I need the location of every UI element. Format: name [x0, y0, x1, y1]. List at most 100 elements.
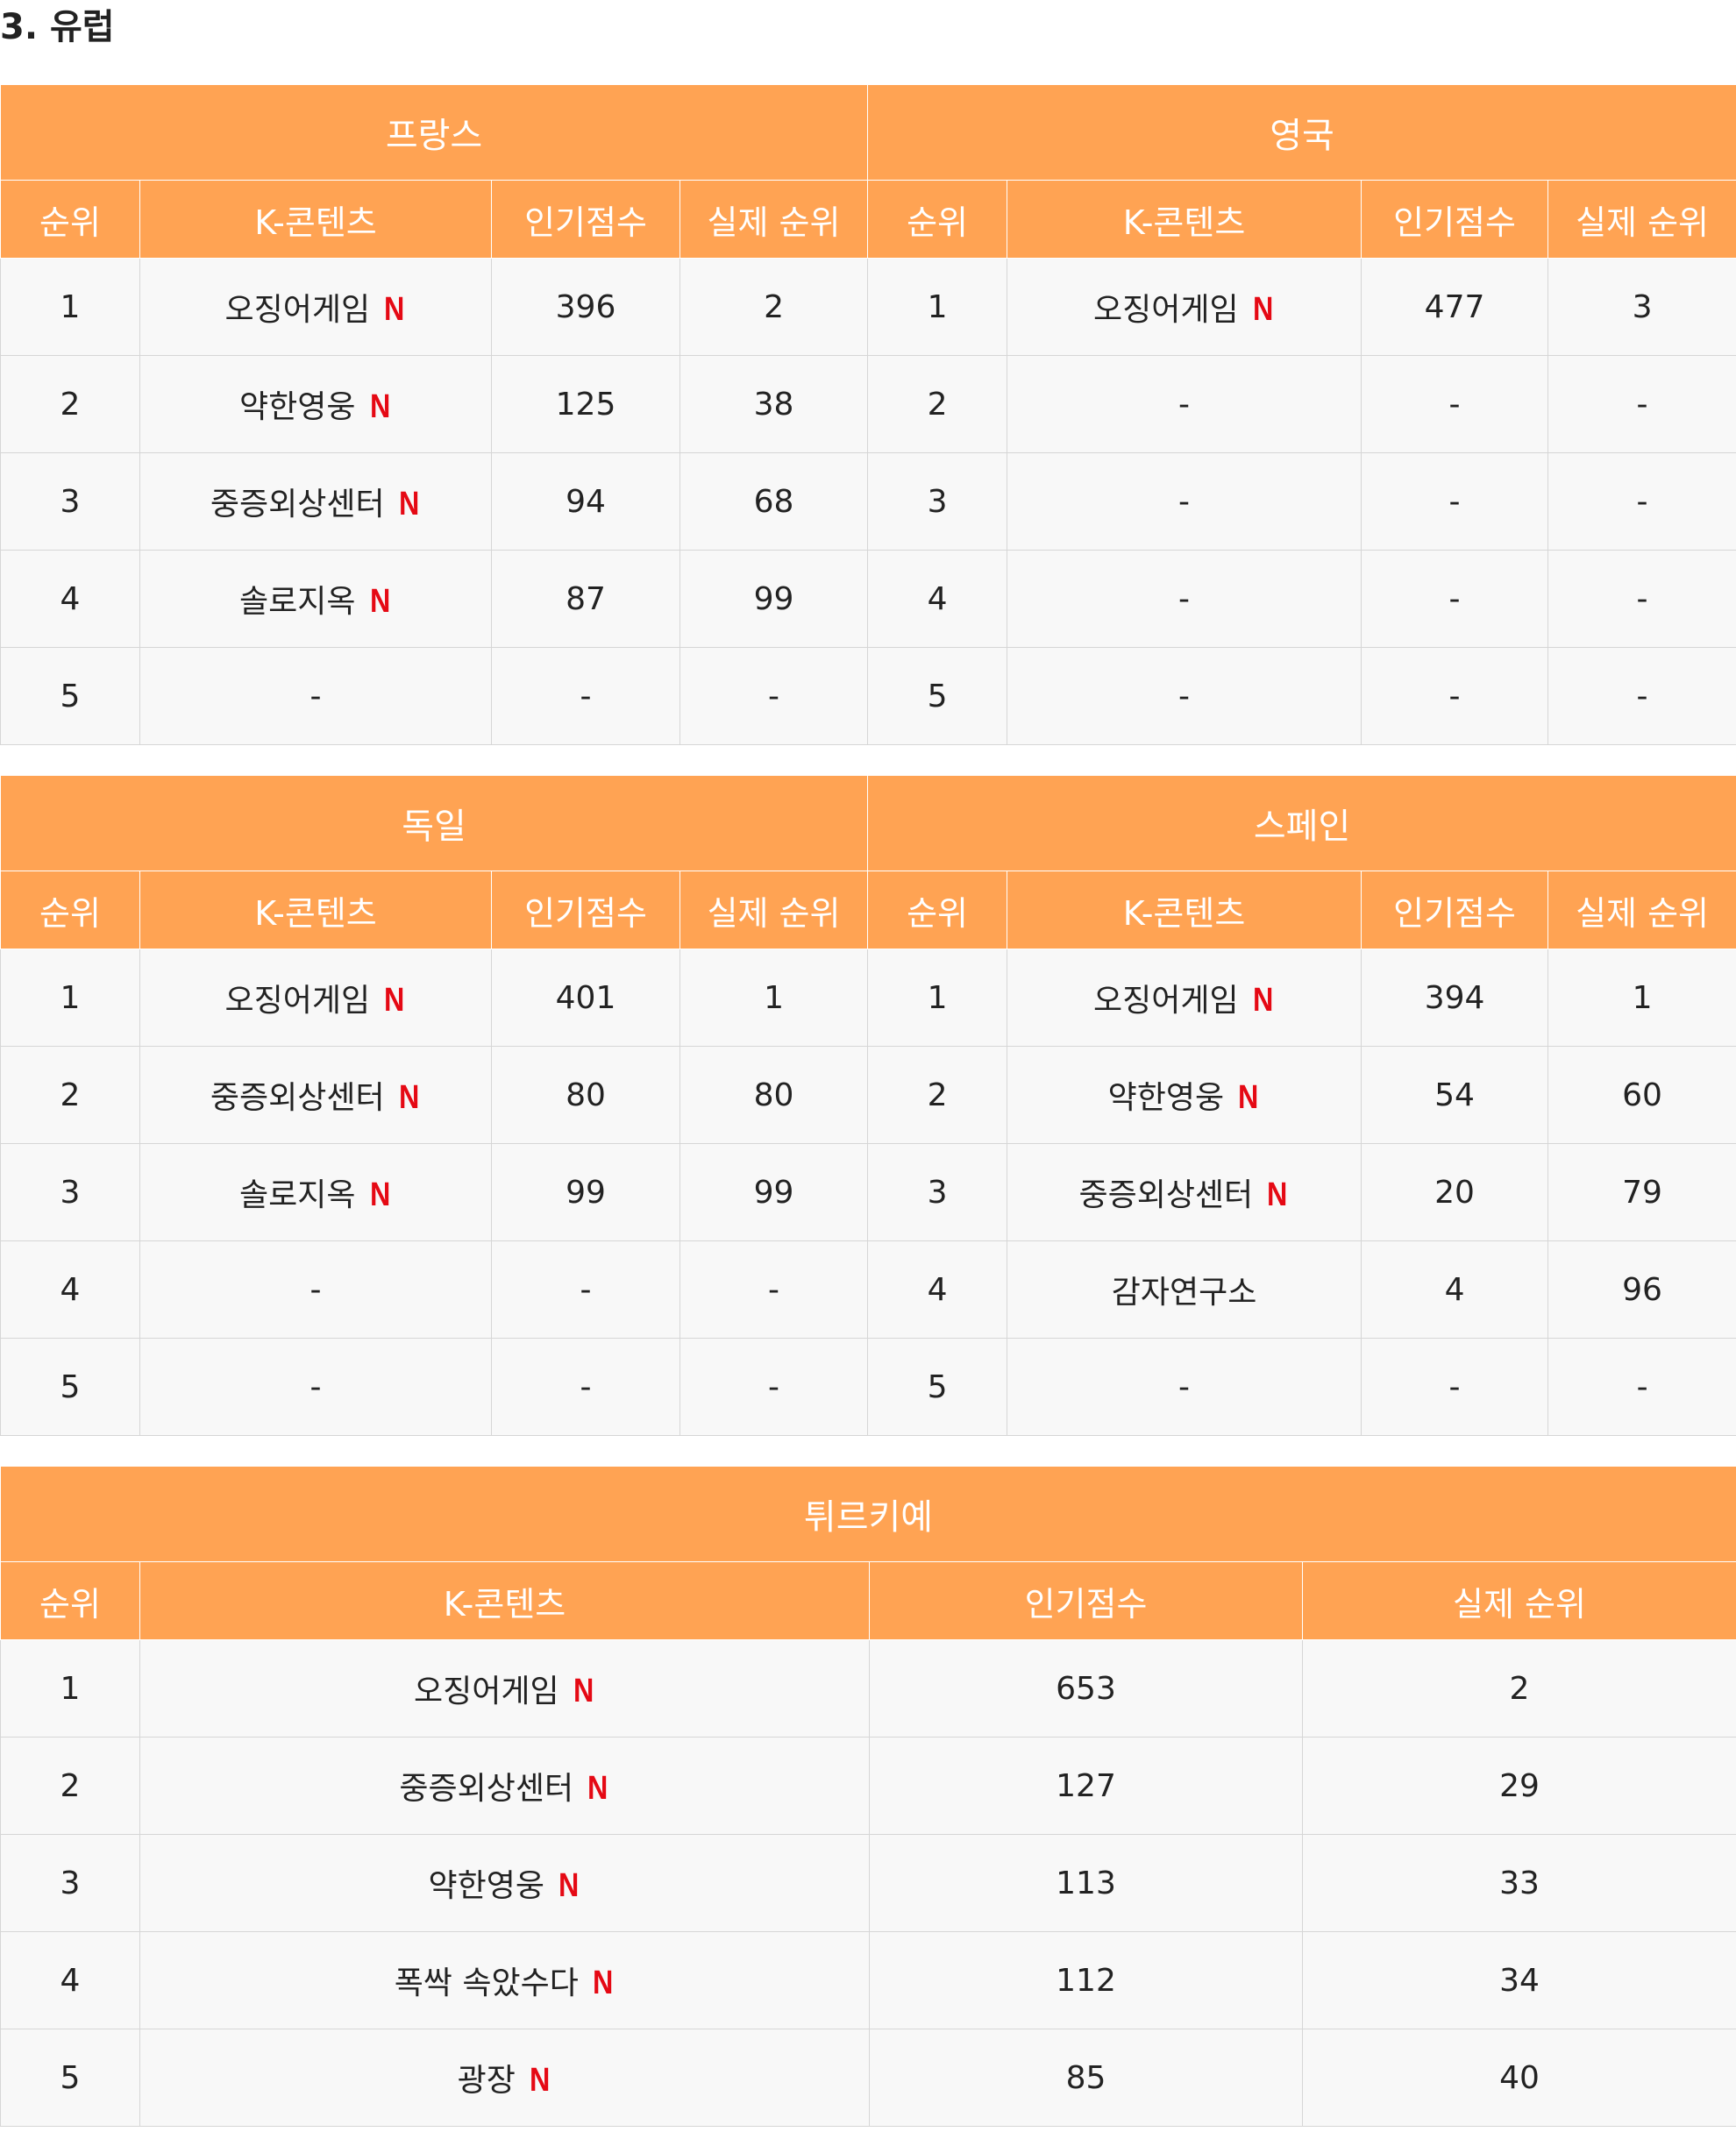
rank-cell: 4 [0, 1240, 140, 1339]
actual-rank-cell: - [1547, 355, 1736, 453]
col-header-content: K-콘텐츠 [139, 871, 492, 949]
netflix-icon: N [1238, 1079, 1259, 1116]
col-header-score: 인기점수 [869, 1561, 1303, 1640]
table-row: 2 약한영웅 N 125 38 2- - - [0, 355, 1736, 453]
score-cell: 54 [1361, 1046, 1549, 1144]
actual-rank-cell: 3 [1547, 258, 1736, 356]
actual-rank-cell: 96 [1547, 1240, 1736, 1339]
content-cell: 오징어게임 N [1007, 258, 1362, 356]
content-cell: 중증외상센터 N [139, 1046, 492, 1144]
content-cell: 감자연구소 [1007, 1240, 1362, 1339]
rank-cell: 5 [867, 1338, 1008, 1436]
actual-rank-cell: 40 [1301, 2029, 1736, 2127]
content-title: 오징어게임 [224, 983, 371, 1019]
actual-rank-cell: 1 [1547, 949, 1736, 1047]
actual-rank-cell: 29 [1301, 1737, 1736, 1835]
netflix-icon: N [529, 2062, 551, 2099]
score-cell: 94 [491, 452, 680, 551]
actual-rank-cell: 99 [679, 550, 869, 648]
rank-cell: 4 [0, 1931, 140, 2029]
content-title: 약한영웅 [1107, 1080, 1225, 1116]
content-title: 중증외상센터 [210, 487, 385, 522]
col-header-content: K-콘텐츠 [1007, 180, 1362, 259]
actual-rank-cell: 38 [679, 355, 869, 453]
content-title: 감자연구소 [1111, 1275, 1257, 1311]
col-header-rank: 순위 [0, 1561, 140, 1640]
netflix-icon: N [369, 388, 390, 425]
table-row: 3 솔로지옥 N 99 99 3 중증외상센터 N 20 79 [0, 1143, 1736, 1241]
rank-cell: 3 [0, 1834, 140, 1932]
score-cell: 127 [869, 1737, 1303, 1835]
table-row: 4 폭싹 속았수다 N 112 34 [0, 1931, 1736, 2029]
rank-cell: 5 [0, 647, 140, 745]
section-title: 3. 유럽 [0, 7, 115, 47]
table-row: 2 중증외상센터 N 80 80 2 약한영웅 N 54 60 [0, 1046, 1736, 1144]
content-cell: 오징어게임 N [139, 258, 492, 356]
content-cell: 약한영웅 N [1007, 1046, 1362, 1144]
rank-cell: 3 [867, 1143, 1008, 1241]
netflix-icon: N [398, 486, 420, 522]
score-cell: 401 [491, 949, 680, 1047]
table-row: 4- - -4 감자연구소 4 96 [0, 1240, 1736, 1339]
col-header-score: 인기점수 [491, 180, 680, 259]
content-title: - [1178, 580, 1191, 617]
netflix-icon: N [369, 583, 390, 620]
content-cell: 오징어게임 N [1007, 949, 1362, 1047]
score-cell: - [491, 647, 680, 745]
score-cell: 394 [1361, 949, 1549, 1047]
actual-rank-cell: 99 [679, 1143, 869, 1241]
table-row: 2 중증외상센터 N 127 29 [0, 1737, 1736, 1835]
score-cell: 125 [491, 355, 680, 453]
col-header-rank: 순위 [867, 871, 1008, 949]
content-title: 오징어게임 [224, 292, 371, 328]
table-row: 5 광장 N 85 40 [0, 2029, 1736, 2127]
actual-rank-cell: 60 [1547, 1046, 1736, 1144]
netflix-icon: N [573, 1673, 594, 1709]
actual-rank-cell: 68 [679, 452, 869, 551]
actual-rank-cell: 34 [1301, 1931, 1736, 2029]
actual-rank-cell: - [679, 1338, 869, 1436]
country-header-spain: 스페인 [867, 775, 1736, 871]
netflix-icon: N [369, 1176, 390, 1213]
table-row: 1 오징어게임 N 396 2 1 오징어게임 N 477 3 [0, 258, 1736, 356]
col-header-rank: 순위 [0, 871, 140, 949]
actual-rank-cell: - [679, 1240, 869, 1339]
table-row: 3 중증외상센터 N 94 68 3- - - [0, 452, 1736, 551]
col-header-actual: 실제 순위 [1547, 871, 1736, 949]
score-cell: 112 [869, 1931, 1303, 2029]
actual-rank-cell: - [1547, 647, 1736, 745]
rank-cell: 1 [0, 258, 140, 356]
content-title: - [1178, 678, 1191, 714]
score-cell: 99 [491, 1143, 680, 1241]
col-header-actual: 실제 순위 [679, 871, 869, 949]
score-cell: 653 [869, 1639, 1303, 1738]
table-turkiye: 튀르키예 순위 K-콘텐츠 인기점수 실제 순위 1 오징어게임 N 653 2 2 중증외… [0, 1466, 1736, 2127]
rank-cell: 3 [867, 452, 1008, 551]
actual-rank-cell: 79 [1547, 1143, 1736, 1241]
table-body: 1 오징어게임 N 401 1 1 오징어게임 N 394 1 2 중증외상센터 N 80 80 2 약한영웅 N… [0, 949, 1736, 1436]
score-cell: 20 [1361, 1143, 1549, 1241]
content-title: - [1178, 1368, 1191, 1405]
country-header-france: 프랑스 [0, 84, 869, 181]
col-header-actual: 실제 순위 [679, 180, 869, 259]
content-title: 약한영웅 [239, 389, 356, 425]
content-title: - [309, 1271, 322, 1308]
content-cell: 폭싹 속았수다 N [139, 1931, 870, 2029]
content-cell: 약한영웅 N [139, 1834, 870, 1932]
content-cell: - [1007, 355, 1362, 453]
content-title: - [309, 1368, 322, 1405]
score-cell: 80 [491, 1046, 680, 1144]
content-cell: 중증외상센터 N [1007, 1143, 1362, 1241]
content-cell: 광장 N [139, 2029, 870, 2127]
rank-cell: 1 [0, 949, 140, 1047]
content-cell: - [139, 647, 492, 745]
rank-cell: 4 [867, 550, 1008, 648]
content-cell: - [1007, 550, 1362, 648]
table-row: 1 오징어게임 N 653 2 [0, 1639, 1736, 1738]
score-cell: 477 [1361, 258, 1549, 356]
score-cell: - [1361, 452, 1549, 551]
score-cell: - [491, 1240, 680, 1339]
table-row: 1 오징어게임 N 401 1 1 오징어게임 N 394 1 [0, 949, 1736, 1047]
country-header-germany: 독일 [0, 775, 869, 871]
rank-cell: 2 [867, 355, 1008, 453]
